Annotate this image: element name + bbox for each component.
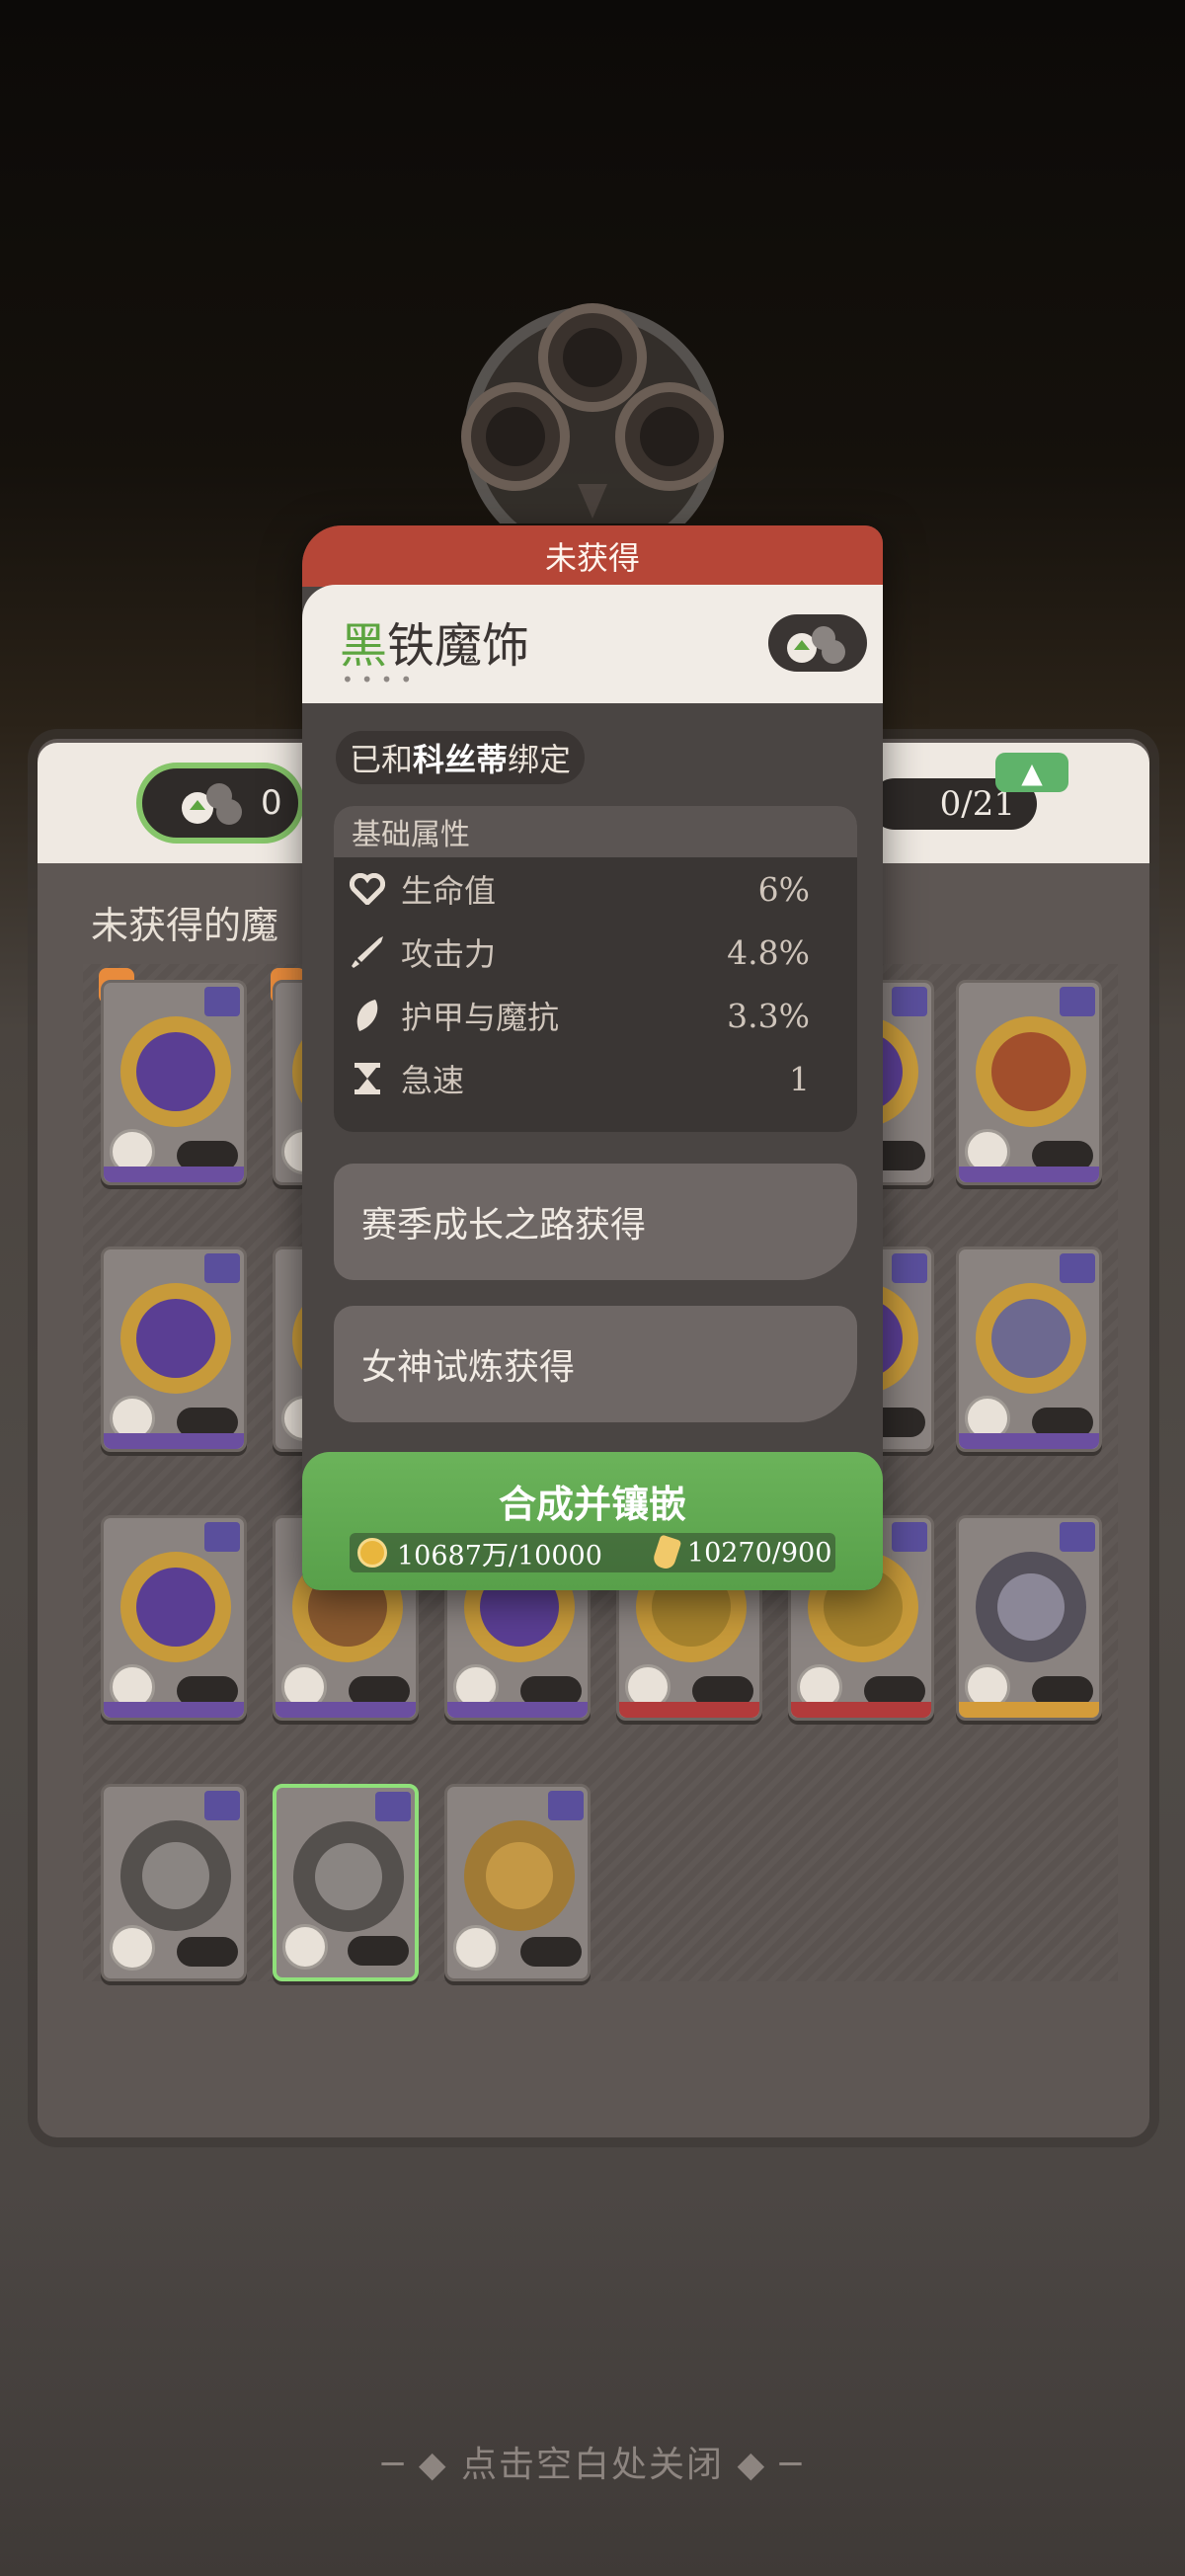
tag-icon: [204, 1253, 240, 1283]
potion-icon: [651, 1534, 682, 1571]
accessory-card[interactable]: [101, 1515, 247, 1721]
emblem-icon: [976, 1283, 1086, 1394]
owned-count: 0: [261, 783, 282, 823]
source-season-button[interactable]: 赛季成长之路获得: [334, 1164, 857, 1280]
emblem-icon: [120, 1820, 231, 1931]
shield-icon: [348, 996, 387, 1035]
heart-icon: [348, 869, 387, 909]
bound-hero-name: 科丝蒂: [413, 741, 509, 778]
owned-counter[interactable]: 0: [136, 763, 304, 844]
hourglass-icon: [348, 1059, 387, 1098]
tag-icon: [1060, 1253, 1095, 1283]
tag-icon: [892, 1253, 927, 1283]
item-name-first: 黑: [340, 618, 388, 674]
accessory-card[interactable]: [101, 980, 247, 1185]
attribute-value: 6%: [757, 869, 810, 909]
emblem-icon: [120, 1552, 231, 1662]
tag-icon: [1060, 987, 1095, 1016]
tag-icon: [204, 987, 240, 1016]
accessory-card[interactable]: [956, 1515, 1102, 1721]
attribute-label: 生命值: [401, 872, 497, 910]
accessory-card[interactable]: [101, 1247, 247, 1452]
sword-icon: [348, 932, 387, 972]
close-hint[interactable]: ─ ◆ 点击空白处关闭 ◆ ─: [0, 2436, 1185, 2487]
bound-prefix: 已和: [350, 741, 414, 778]
status-banner: 未获得: [302, 525, 883, 587]
accessory-type-icon: [787, 626, 845, 664]
bound-suffix: 绑定: [508, 741, 572, 778]
emblem-icon: [976, 1552, 1086, 1662]
coin-cost: 10687万/10000: [397, 1540, 602, 1571]
attribute-value: 4.8%: [727, 932, 810, 972]
attribute-label: 护甲与魔抗: [401, 999, 560, 1036]
upgrade-arrow-button[interactable]: ▲: [995, 753, 1068, 792]
avatar: [453, 1925, 499, 1971]
rarity-dots: ••••: [342, 668, 421, 691]
attribute-row: 攻击力 4.8%: [334, 921, 857, 984]
source-trial-button[interactable]: 女神试炼获得: [334, 1306, 857, 1422]
tag-icon: [1060, 1522, 1095, 1552]
tag-icon: [892, 987, 927, 1016]
accessory-card[interactable]: [956, 980, 1102, 1185]
bound-tag: 已和 科丝蒂 绑定: [336, 731, 586, 784]
craft-button-label: 合成并镶嵌: [498, 1483, 686, 1526]
accessory-card[interactable]: [956, 1247, 1102, 1452]
tag-icon: [548, 1791, 584, 1820]
craft-cost-row: 10687万/10000 10270/900: [350, 1533, 835, 1572]
emblem-icon: [120, 1283, 231, 1394]
item-name-rest: 铁魔饰: [387, 618, 530, 674]
type-badge: [348, 1936, 409, 1966]
tag-icon: [892, 1522, 927, 1552]
attributes-title: 基础属性: [334, 806, 857, 857]
accessory-card-selected[interactable]: [273, 1784, 419, 1981]
avatar: [110, 1925, 155, 1971]
tag-icon: [204, 1791, 240, 1820]
tag-icon: [375, 1792, 411, 1821]
attribute-value: 3.3%: [727, 996, 810, 1035]
attribute-value: 1: [789, 1059, 810, 1098]
attribute-row: 生命值 6%: [334, 857, 857, 921]
avatar: [282, 1924, 328, 1970]
item-name: 黑铁魔饰: [340, 606, 529, 676]
attribute-label: 急速: [401, 1062, 465, 1099]
type-badge: [520, 1937, 582, 1967]
accessory-icon: [182, 783, 242, 825]
potion-cost: 10270/900: [686, 1537, 832, 1569]
coin-icon: [357, 1538, 387, 1568]
accessory-card[interactable]: [101, 1784, 247, 1981]
accessory-card[interactable]: [444, 1784, 591, 1981]
attributes-box: 基础属性 生命值 6% 攻击力 4.8% 护甲与魔抗 3.3% 急速 1: [334, 806, 857, 1132]
attribute-row: 护甲与魔抗 3.3%: [334, 984, 857, 1047]
accessory-orb-icon: [461, 303, 724, 523]
tag-icon: [204, 1522, 240, 1552]
arrow-up-icon: ▲: [1021, 756, 1043, 789]
section-title: 未获得的魔: [91, 904, 279, 947]
emblem-icon: [120, 1016, 231, 1127]
item-type-badge: [768, 614, 867, 672]
emblem-icon: [464, 1820, 575, 1931]
attribute-row: 急速 1: [334, 1047, 857, 1110]
emblem-icon: [976, 1016, 1086, 1127]
attribute-label: 攻击力: [401, 935, 497, 973]
type-badge: [177, 1937, 238, 1967]
item-detail-popup: 未获得 黑铁魔饰 •••• 已和 科丝蒂 绑定 基础属性 生命值 6% 攻击力 4.…: [302, 525, 883, 1590]
